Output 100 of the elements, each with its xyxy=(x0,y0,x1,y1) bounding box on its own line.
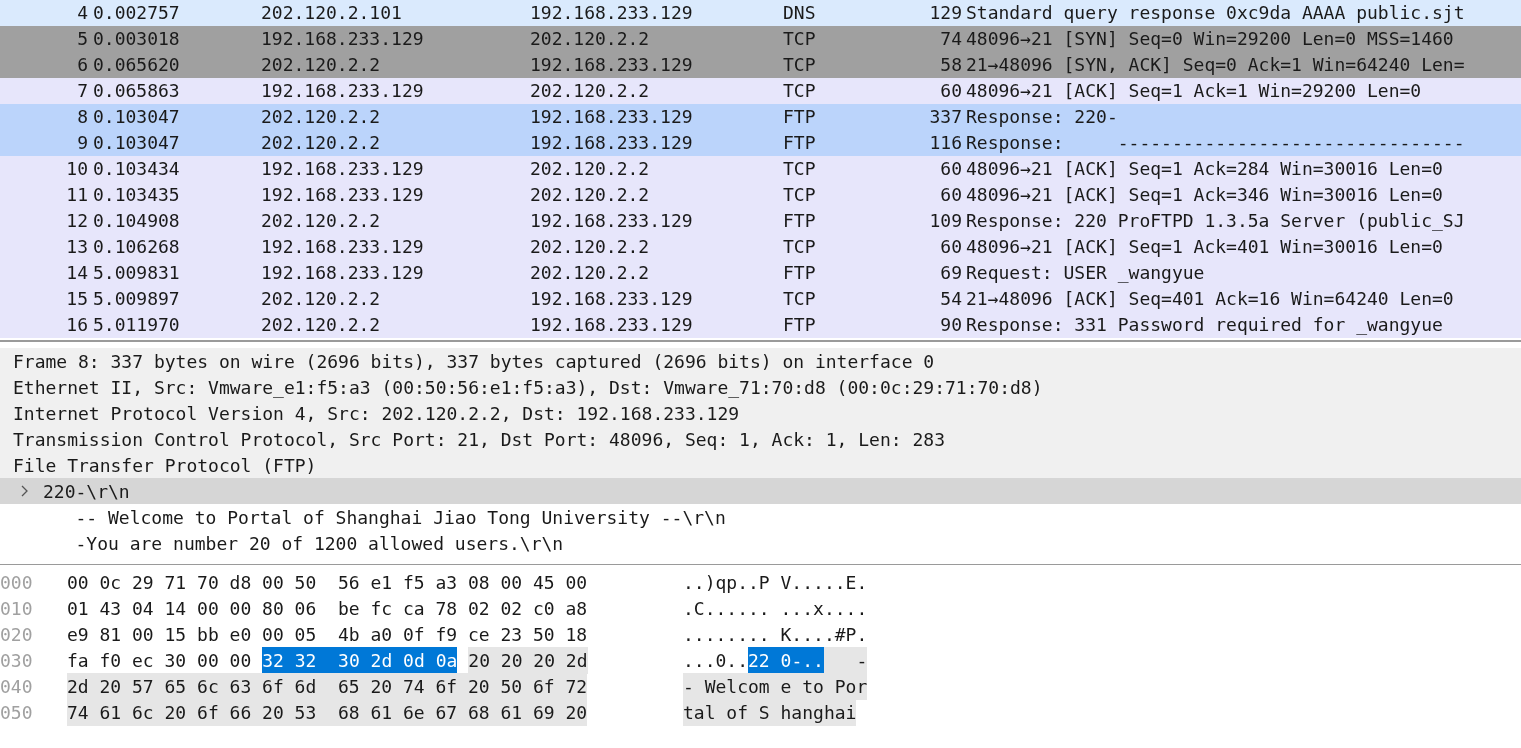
chevron-right-icon[interactable] xyxy=(20,485,29,497)
table-cell-text: 8 xyxy=(76,105,88,129)
table-cell-text: 192.168.233.129 xyxy=(261,183,425,207)
tree-row[interactable]: File Transfer Protocol (FTP) xyxy=(0,452,1521,478)
table-cell-text: 60 xyxy=(939,79,962,103)
table-cell-text: Request: USER _wangyue xyxy=(966,261,1205,285)
table-cell-text: 337 xyxy=(928,105,962,129)
table-cell-text: TCP xyxy=(783,79,817,103)
table-cell-text: 192.168.233.129 xyxy=(530,53,694,77)
table-cell-text: 0.065620 xyxy=(93,53,181,77)
table-cell-text: 192.168.233.129 xyxy=(530,287,694,311)
offset-label: 020 xyxy=(0,622,34,647)
table-cell-text: 5.009897 xyxy=(93,287,181,311)
ascii-text[interactable]: .C...... ...x.... xyxy=(683,594,868,622)
table-cell-text: 48096→21 [ACK] Seq=1 Ack=401 Win=30016 Len=0 xyxy=(966,235,1443,259)
packet-row[interactable]: 11 0.103435 192.168.233.129 202.120.2.2 TCP 60 48096→21 [ACK] Seq=1 Ack=346 Win=30016 Len=0 xyxy=(0,182,1521,208)
table-cell-text: 0.003018 xyxy=(93,27,181,51)
table-cell-text: 21→48096 [ACK] Seq=401 Ack=16 Win=64240 Len=0 xyxy=(966,287,1454,311)
packet-row[interactable]: 7 0.065863 192.168.233.129 202.120.2.2 TCP 60 48096→21 [ACK] Seq=1 Ack=1 Win=29200 Len=0 xyxy=(0,78,1521,104)
table-cell-text: TCP xyxy=(783,235,817,259)
table-cell-text: 60 xyxy=(939,157,962,181)
table-cell-text: 0.103047 xyxy=(93,131,181,155)
table-cell-text: 192.168.233.129 xyxy=(530,105,694,129)
table-cell-text: 0.106268 xyxy=(93,235,181,259)
table-cell-text: 48096→21 [ACK] Seq=1 Ack=284 Win=30016 Len=0 xyxy=(966,157,1443,181)
table-cell-text: 109 xyxy=(928,209,962,233)
tree-row[interactable]: Internet Protocol Version 4, Src: 202.120.2.2, Dst: 192.168.233.129 xyxy=(0,400,1521,426)
table-cell-text: 90 xyxy=(939,313,962,337)
table-cell-text: 192.168.233.129 xyxy=(530,131,694,155)
table-cell-text: 48096→21 [SYN] Seq=0 Win=29200 Len=0 MSS=1460 xyxy=(966,27,1454,51)
table-cell-text: 202.120.2.2 xyxy=(530,79,651,103)
table-cell-text: 15 xyxy=(65,287,88,311)
ascii-text[interactable]: - xyxy=(823,646,868,674)
hex-bytes[interactable]: e9 81 00 15 bb e0 00 05 4b a0 0f f9 ce 23 50 18 xyxy=(67,620,588,648)
hex-bytes[interactable]: fa f0 ec 30 00 00 xyxy=(67,646,252,674)
table-cell-text: 11 xyxy=(65,183,88,207)
table-cell-text: 129 xyxy=(928,1,962,25)
table-cell-text: 0.002757 xyxy=(93,1,181,25)
ascii-text[interactable]: ..)qp..P V.....E. xyxy=(683,568,868,596)
table-cell-text: 5 xyxy=(76,27,88,51)
table-cell-text: 0.065863 xyxy=(93,79,181,103)
hex-bytes[interactable]: 2d 20 57 65 6c 63 6f 6d 65 20 74 6f 20 50 6f 72 xyxy=(67,672,588,700)
table-cell-text: 202.120.2.101 xyxy=(261,1,403,25)
tree-row[interactable]: 220-\r\n xyxy=(0,478,1521,504)
ascii-text[interactable]: - Welcom e to Por xyxy=(683,672,868,700)
table-cell-text: TCP xyxy=(783,157,817,181)
table-cell-text: TCP xyxy=(783,53,817,77)
packet-row[interactable]: 14 5.009831 192.168.233.129 202.120.2.2 FTP 69 Request: USER _wangyue xyxy=(0,260,1521,286)
hex-bytes[interactable]: 20 20 20 2d xyxy=(468,646,588,674)
table-cell-text: 48096→21 [ACK] Seq=1 Ack=346 Win=30016 Len=0 xyxy=(966,183,1443,207)
selected-hex-bytes[interactable]: 32 32 30 2d 0d 0a xyxy=(262,646,458,674)
table-cell-text: 16 xyxy=(65,313,88,337)
table-cell-text: 21→48096 [SYN, ACK] Seq=0 Ack=1 Win=64240 Len= xyxy=(966,53,1465,77)
table-cell-text: 69 xyxy=(939,261,962,285)
table-cell-text: TCP xyxy=(783,27,817,51)
table-cell-text: FTP xyxy=(783,313,817,337)
table-cell-text: 48096→21 [ACK] Seq=1 Ack=1 Win=29200 Len=0 xyxy=(966,79,1422,103)
table-cell-text: 54 xyxy=(939,287,962,311)
hex-bytes[interactable]: 74 61 6c 20 6f 66 20 53 68 61 6e 67 68 61 69 20 xyxy=(67,698,588,726)
ascii-text[interactable]: tal of S hanghai xyxy=(683,698,857,726)
ascii-text[interactable]: ...0.. xyxy=(683,646,749,674)
tree-row[interactable]: Frame 8: 337 bytes on wire (2696 bits), 337 bytes captured (2696 bits) on interface 0 xyxy=(0,348,1521,374)
packet-row[interactable]: 9 0.103047 202.120.2.2 192.168.233.129 FTP 116 Response: -------------------------------- xyxy=(0,130,1521,156)
table-cell-text: 4 xyxy=(76,1,88,25)
packet-row[interactable]: 15 5.009897 202.120.2.2 192.168.233.129 TCP 54 21→48096 [ACK] Seq=401 Ack=16 Win=64240 Len=0 xyxy=(0,286,1521,312)
packet-row[interactable]: 10 0.103434 192.168.233.129 202.120.2.2 TCP 60 48096→21 [ACK] Seq=1 Ack=284 Win=30016 Len=0 xyxy=(0,156,1521,182)
table-cell-text: 0.103435 xyxy=(93,183,181,207)
table-cell-text: 192.168.233.129 xyxy=(261,261,425,285)
offset-label: 050 xyxy=(0,700,34,725)
table-cell-text: 58 xyxy=(939,53,962,77)
hex-bytes[interactable]: 00 0c 29 71 70 d8 00 50 56 e1 f5 a3 08 00 45 00 xyxy=(67,568,588,596)
table-cell-text: 192.168.233.129 xyxy=(261,157,425,181)
table-cell-text: FTP xyxy=(783,209,817,233)
packet-row[interactable]: 4 0.002757 202.120.2.101 192.168.233.129 DNS 129 Standard query response 0xc9da AAAA public.sjt xyxy=(0,0,1521,26)
packet-row[interactable]: 16 5.011970 202.120.2.2 192.168.233.129 FTP 90 Response: 331 Password required for _wangyue xyxy=(0,312,1521,338)
table-cell-text: 202.120.2.2 xyxy=(261,105,382,129)
tree-row[interactable]: Transmission Control Protocol, Src Port: 21, Dst Port: 48096, Seq: 1, Ack: 1, Len: 283 xyxy=(0,426,1521,452)
table-cell-text: Response: -------------------------------- xyxy=(966,131,1465,155)
selected-ascii-text[interactable]: 22 0-.. xyxy=(748,646,824,674)
table-cell-text: 9 xyxy=(76,131,88,155)
hex-bytes[interactable]: 01 43 04 14 00 00 80 06 be fc ca 78 02 02 c0 a8 xyxy=(67,594,588,622)
table-cell-text: Standard query response 0xc9da AAAA public.sjt xyxy=(966,1,1465,25)
packet-row[interactable]: 8 0.103047 202.120.2.2 192.168.233.129 FTP 337 Response: 220- xyxy=(0,104,1521,130)
table-cell-text: 192.168.233.129 xyxy=(530,1,694,25)
packet-row[interactable]: 5 0.003018 192.168.233.129 202.120.2.2 TCP 74 48096→21 [SYN] Seq=0 Win=29200 Len=0 MSS=1460 xyxy=(0,26,1521,52)
packet-row[interactable]: 13 0.106268 192.168.233.129 202.120.2.2 TCP 60 48096→21 [ACK] Seq=1 Ack=401 Win=30016 Len=0 xyxy=(0,234,1521,260)
table-cell-text: 6 xyxy=(76,53,88,77)
offset-label: 030 xyxy=(0,648,34,673)
table-cell-text: 202.120.2.2 xyxy=(261,313,382,337)
tree-row[interactable]: Ethernet II, Src: Vmware_e1:f5:a3 (00:50:56:e1:f5:a3), Dst: Vmware_71:70:d8 (00:0c:29:71:70:d8) xyxy=(0,374,1521,400)
table-cell-text: DNS xyxy=(783,1,817,25)
ascii-text[interactable]: ........ K....#P. xyxy=(683,620,868,648)
table-cell-text: 12 xyxy=(65,209,88,233)
packet-row[interactable]: 6 0.065620 202.120.2.2 192.168.233.129 TCP 58 21→48096 [SYN, ACK] Seq=0 Ack=1 Win=64240 Len= xyxy=(0,52,1521,78)
table-cell-text: TCP xyxy=(783,183,817,207)
table-cell-text: 5.009831 xyxy=(93,261,181,285)
table-cell-text: FTP xyxy=(783,105,817,129)
table-cell-text: 202.120.2.2 xyxy=(530,183,651,207)
table-cell-text: 60 xyxy=(939,183,962,207)
packet-row[interactable]: 12 0.104908 202.120.2.2 192.168.233.129 FTP 109 Response: 220 ProFTPD 1.3.5a Server (public_SJ xyxy=(0,208,1521,234)
